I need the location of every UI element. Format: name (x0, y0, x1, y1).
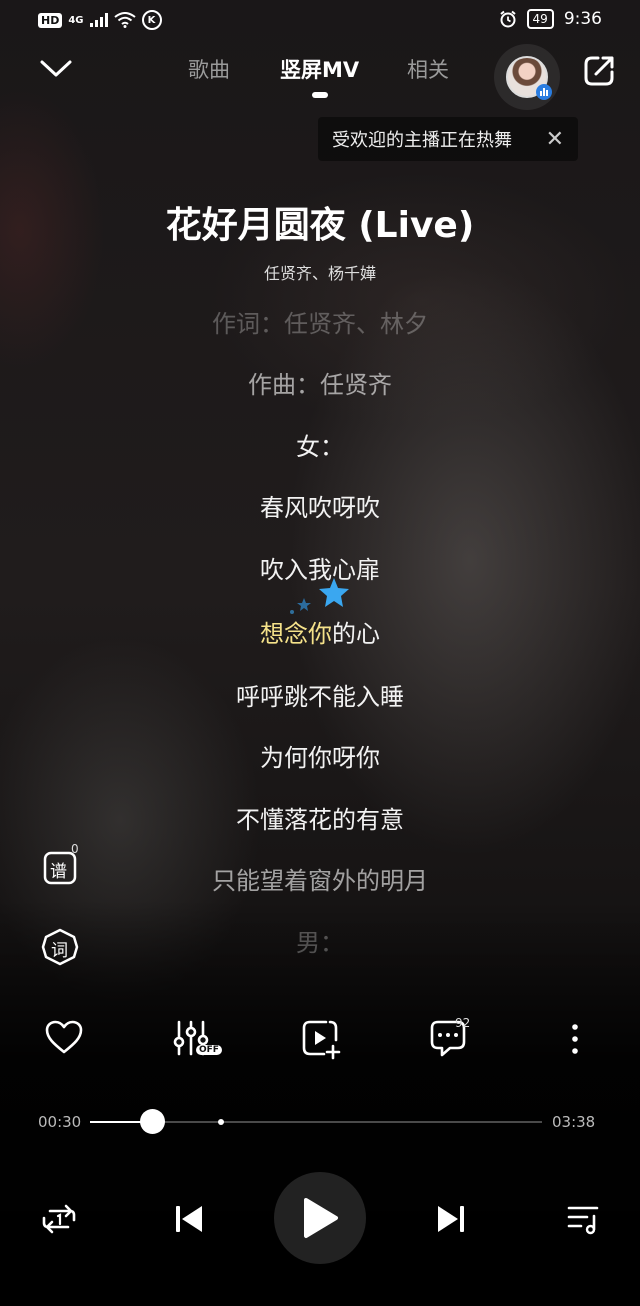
effect-off-badge: OFF (196, 1045, 222, 1055)
play-icon (304, 1198, 338, 1238)
song-title: 花好月圆夜 (Live) (165, 205, 475, 246)
live-badge-icon (536, 84, 552, 100)
lyric-unsung-part: 的心 (332, 620, 380, 648)
alarm-icon (499, 10, 516, 28)
lyric-line[interactable]: 作词：任贤齐、林夕 (0, 304, 640, 339)
battery-icon: 49 (526, 9, 554, 29)
lyric-line[interactable]: 春风吹呀吹 (0, 488, 640, 523)
promo-text: 受欢迎的主播正在热舞 (332, 130, 512, 151)
close-icon[interactable]: ✕ (546, 127, 564, 152)
lyric-sung-part: 想念你 (260, 620, 332, 648)
chevron-down-icon (40, 60, 72, 77)
skip-next-icon (438, 1206, 464, 1232)
tab-related[interactable]: 相关 (407, 54, 449, 84)
skip-previous-icon (176, 1206, 202, 1232)
elapsed-time: 00:30 (38, 1113, 82, 1131)
like-button[interactable] (44, 1018, 88, 1062)
song-artists[interactable]: 任贤齐、杨千嬅 (0, 260, 640, 284)
active-tab-indicator (312, 92, 328, 98)
tab-songs[interactable]: 歌曲 (188, 54, 230, 84)
lyric-line[interactable]: 作曲：任贤齐 (0, 365, 640, 400)
repeat-one-button[interactable] (34, 1194, 84, 1244)
video-add-icon (302, 1020, 341, 1060)
status-bar: HD 4G K 49 9:36 (0, 0, 640, 40)
sheet-count: 0 (71, 842, 79, 856)
previous-button[interactable] (164, 1194, 214, 1244)
live-host-avatar-button[interactable] (494, 44, 560, 110)
more-vertical-icon (572, 1024, 578, 1054)
clock: 9:36 (563, 9, 602, 29)
sheet-music-label: 谱 (50, 862, 67, 882)
progress-thumb[interactable] (140, 1109, 165, 1134)
lyric-line[interactable]: 呼呼跳不能入睡 (0, 677, 640, 712)
lyric-line[interactable]: 只能望着窗外的明月 (0, 861, 640, 896)
share-icon (584, 56, 614, 86)
star-sparkle-icon (290, 578, 349, 614)
sheet-music-button[interactable]: 谱 0 (40, 842, 80, 888)
more-button[interactable] (554, 1018, 598, 1062)
wifi-icon (113, 12, 136, 28)
live-promo-banner[interactable]: 受欢迎的主播正在热舞 ✕ (318, 117, 578, 161)
comment-count: 92 (455, 1016, 471, 1030)
playlist-button[interactable] (558, 1194, 608, 1244)
repeat-one-icon (42, 1204, 76, 1234)
lyric-line[interactable]: 不懂落花的有意 (0, 800, 640, 835)
total-time: 03:38 (552, 1113, 596, 1131)
next-button[interactable] (426, 1194, 476, 1244)
play-button[interactable] (274, 1172, 366, 1264)
signal-icon (89, 13, 108, 27)
avatar (506, 56, 552, 100)
comments-button[interactable]: 92 (428, 1016, 472, 1062)
lyric-settings-button[interactable]: 词 (40, 927, 80, 967)
share-button[interactable] (582, 54, 618, 90)
network-type: 4G (68, 14, 84, 26)
status-left: HD 4G K (38, 10, 162, 30)
hd-badge: HD (38, 12, 63, 28)
sound-effect-button[interactable]: OFF (172, 1018, 228, 1062)
lyric-line[interactable]: 为何你呀你 (0, 738, 640, 773)
lyric-line[interactable]: 男： (0, 923, 640, 958)
k-app-icon: K (141, 10, 162, 30)
playlist-icon (567, 1206, 599, 1235)
lyric-settings-label: 词 (51, 941, 68, 961)
status-right: 49 9:36 (499, 9, 602, 29)
collapse-button[interactable] (38, 56, 78, 86)
tab-vertical-mv[interactable]: 竖屏MV (280, 54, 359, 84)
heart-icon (45, 1020, 83, 1054)
buffer-marker (218, 1119, 224, 1125)
lyric-line[interactable]: 女： (0, 427, 640, 462)
add-to-playlist-video-button[interactable] (300, 1018, 344, 1062)
